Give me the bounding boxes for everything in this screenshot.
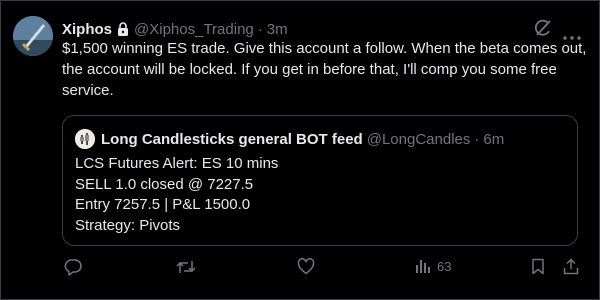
reply-icon: [64, 259, 82, 276]
quoted-tweet-text: LCS Futures Alert: ES 10 mins SELL 1.0 c…: [75, 154, 278, 236]
lock-icon: [117, 22, 129, 36]
author-handle[interactable]: @Xiphos_Trading: [134, 21, 254, 38]
tweet-time[interactable]: 3m: [267, 21, 288, 38]
author-name[interactable]: Xiphos: [62, 21, 112, 38]
retweet-button[interactable]: [176, 258, 196, 276]
quoted-time: 6m: [483, 130, 505, 148]
retweet-icon: [176, 261, 196, 273]
separator-dot: ·: [474, 130, 480, 148]
tweet-header: Xiphos @Xiphos_Trading · 3m: [62, 19, 288, 39]
views-icon: [416, 260, 430, 273]
bookmark-button[interactable]: [531, 258, 545, 275]
reply-button[interactable]: [64, 258, 82, 276]
separator-dot: ·: [257, 20, 263, 38]
action-bar: 63: [0, 258, 600, 282]
quoted-line: Entry 7257.5 | P&L 1500.0: [75, 196, 251, 213]
quoted-tweet-header: Long Candlesticks general BOT feed @Long…: [75, 129, 504, 149]
quoted-author-name: Long Candlesticks general BOT feed: [101, 130, 363, 148]
quoted-line: SELL 1.0 closed @ 7227.5: [75, 175, 254, 193]
share-button[interactable]: [563, 258, 579, 275]
quoted-line: LCS Futures Alert: ES 10 mins: [75, 155, 279, 172]
quoted-avatar: [75, 129, 95, 149]
quoted-author-handle: @LongCandles: [366, 130, 471, 148]
like-icon: [297, 258, 315, 275]
views-count: 63: [437, 258, 452, 274]
tweet-text: $1,500 winning ES trade. Give this accou…: [62, 40, 587, 99]
quoted-tweet[interactable]: Long Candlesticks general BOT feed @Long…: [62, 115, 578, 246]
avatar[interactable]: [13, 16, 53, 56]
quoted-line: Strategy: Pivots: [75, 216, 181, 234]
bookmark-icon: [532, 258, 544, 275]
share-icon: [563, 258, 579, 275]
like-button[interactable]: [297, 258, 315, 275]
views-button[interactable]: 63: [415, 258, 451, 274]
